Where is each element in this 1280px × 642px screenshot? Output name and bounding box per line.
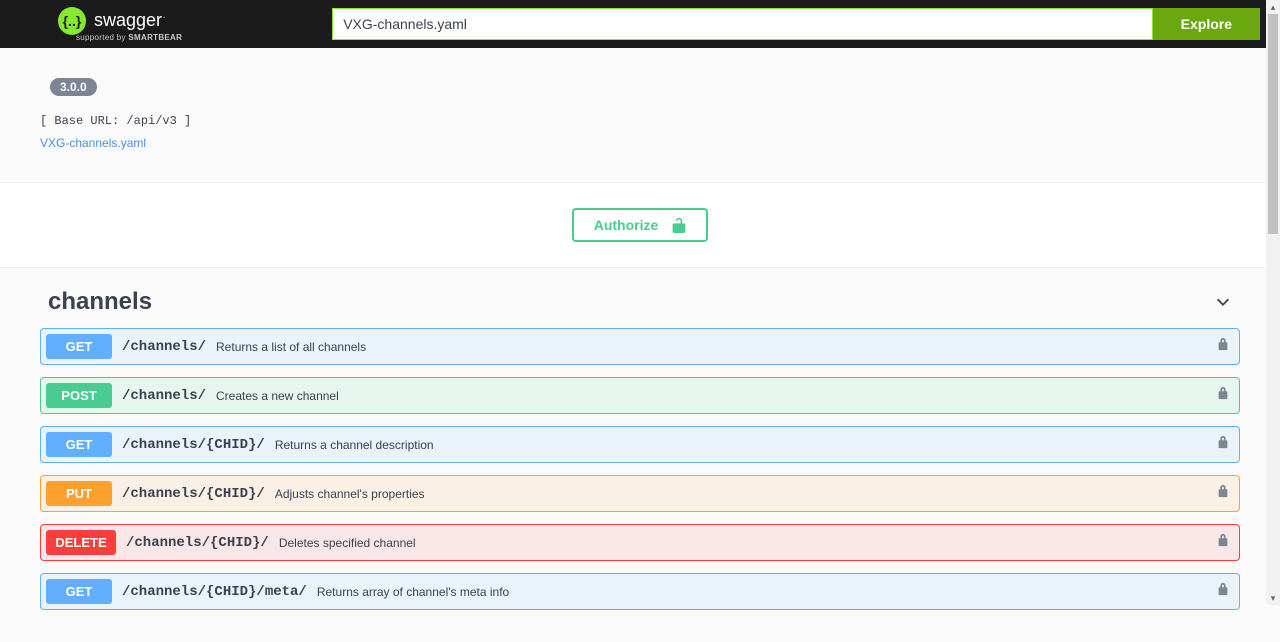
operation-row[interactable]: GET/channels/{CHID}/ Returns a channel de… — [40, 426, 1240, 463]
operation-row[interactable]: GET/channels/Returns a list of all chann… — [40, 328, 1240, 365]
operation-path: /channels/ — [122, 388, 206, 404]
http-method-badge: DELETE — [46, 530, 116, 555]
auth-lock-icon[interactable] — [1217, 435, 1229, 454]
unlock-icon — [672, 217, 686, 233]
url-bar: Explore — [332, 8, 1260, 40]
operation-row[interactable]: GET/channels/{CHID}/meta/Returns array o… — [40, 573, 1240, 610]
operation-summary: Creates a new channel — [216, 389, 339, 403]
brand-title: swagger — [94, 10, 164, 31]
operation-summary: Returns array of channel's meta info — [317, 585, 509, 599]
chevron-down-icon — [1214, 293, 1232, 311]
scroll-down-icon[interactable]: ▾ — [1266, 591, 1280, 605]
http-method-badge: PUT — [46, 481, 112, 506]
base-url: [ Base URL: /api/v3 ] — [40, 114, 1240, 128]
operation-path: /channels/{CHID}/ — [126, 535, 269, 551]
auth-section: Authorize — [0, 183, 1280, 268]
auth-lock-icon[interactable] — [1217, 484, 1229, 503]
operation-row[interactable]: POST/channels/Creates a new channel — [40, 377, 1240, 414]
auth-lock-icon[interactable] — [1217, 533, 1229, 552]
authorize-label: Authorize — [594, 217, 659, 233]
swagger-logo-icon: {..} — [58, 7, 86, 35]
operation-path: /channels/{CHID}/ — [122, 486, 265, 502]
scrollbar-thumb[interactable] — [1268, 14, 1278, 234]
topbar: {..} swagger supported by SMARTBEAR Expl… — [0, 0, 1280, 48]
auth-lock-icon[interactable] — [1217, 582, 1229, 601]
spec-url-input[interactable] — [332, 8, 1152, 40]
http-method-badge: POST — [46, 383, 112, 408]
operation-summary: Returns a channel description — [275, 438, 434, 452]
authorize-button[interactable]: Authorize — [572, 208, 709, 242]
http-method-badge: GET — [46, 432, 112, 457]
operation-row[interactable]: DELETE/channels/{CHID}/ Deletes specified… — [40, 524, 1240, 561]
info-section: 3.0.0 [ Base URL: /api/v3 ] VXG-channels… — [0, 48, 1280, 183]
tag-name: channels — [48, 288, 152, 316]
operations-list: GET/channels/Returns a list of all chann… — [40, 328, 1240, 642]
spec-file-link[interactable]: VXG-channels.yaml — [40, 136, 146, 150]
operation-path: /channels/{CHID}/ — [122, 437, 265, 453]
vertical-scrollbar[interactable]: ▴ ▾ — [1266, 0, 1280, 605]
scroll-up-icon[interactable]: ▴ — [1266, 0, 1280, 14]
operation-path: /channels/ — [122, 339, 206, 355]
oas-version-badge: 3.0.0 — [50, 78, 97, 96]
operation-summary: Adjusts channel's properties — [275, 487, 425, 501]
explore-button[interactable]: Explore — [1153, 8, 1260, 40]
http-method-badge: GET — [46, 334, 112, 359]
auth-lock-icon[interactable] — [1217, 337, 1229, 356]
auth-lock-icon[interactable] — [1217, 386, 1229, 405]
http-method-badge: GET — [46, 579, 112, 604]
brand-subtitle: supported by SMARTBEAR — [76, 33, 182, 42]
operation-summary: Deletes specified channel — [279, 536, 416, 550]
tag-channels-header[interactable]: channels — [40, 268, 1240, 328]
brand[interactable]: {..} swagger supported by SMARTBEAR — [40, 7, 182, 42]
operation-path: /channels/{CHID}/meta/ — [122, 584, 307, 600]
operation-row[interactable]: PUT/channels/{CHID}/ Adjusts channel's pr… — [40, 475, 1240, 512]
operation-summary: Returns a list of all channels — [216, 340, 366, 354]
